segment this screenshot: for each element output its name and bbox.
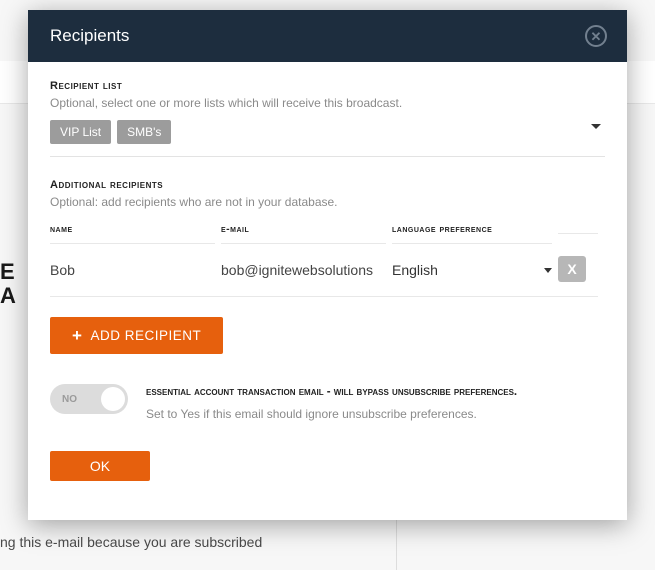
chevron-down-icon[interactable] [591,124,601,129]
recipient-list-select[interactable]: VIP List SMB's [50,120,605,157]
remove-row-button[interactable]: X [558,256,586,282]
recipient-list-hint: Optional, select one or more lists which… [50,96,605,110]
essential-toggle[interactable]: NO [50,384,128,414]
col-language: language preference [392,223,552,244]
modal-title: Recipients [50,26,129,46]
email-input[interactable] [221,262,386,278]
chip-smbs[interactable]: SMB's [117,120,171,144]
add-recipient-label: ADD RECIPIENT [90,328,201,343]
table-row [50,248,215,278]
col-name: name [50,223,215,244]
close-icon[interactable] [585,25,607,47]
essential-toggle-row: NO essential account transaction email -… [50,384,605,421]
row-divider [50,296,598,297]
bg-divider [396,520,397,570]
essential-title: essential account transaction email - wi… [146,384,517,401]
toggle-knob [101,387,125,411]
col-spacer [558,233,598,234]
recipients-table: name e-mail language preference English … [50,223,605,297]
col-email: e-mail [221,223,386,244]
essential-text-block: essential account transaction email - wi… [146,384,517,421]
language-select[interactable]: English [392,248,552,278]
ok-button[interactable]: OK [50,451,150,481]
name-input[interactable] [50,262,215,278]
modal-header: Recipients [28,10,627,62]
bg-partial-logo: E R A C [0,260,30,308]
chevron-down-icon[interactable] [544,268,552,273]
add-recipient-button[interactable]: + ADD RECIPIENT [50,317,223,354]
recipients-modal: Recipients recipient list Optional, sele… [28,10,627,520]
plus-icon: + [72,327,82,344]
additional-recipients-label: additional recipients [50,179,605,191]
bg-partial-text: ng this e-mail because you are subscribe… [0,534,262,550]
chip-vip-list[interactable]: VIP List [50,120,111,144]
modal-body: recipient list Optional, select one or m… [28,62,627,503]
essential-hint: Set to Yes if this email should ignore u… [146,407,517,421]
recipient-list-label: recipient list [50,80,605,92]
additional-recipients-hint: Optional: add recipients who are not in … [50,195,605,209]
table-row [221,248,386,278]
toggle-value: NO [62,394,77,405]
language-value: English [392,262,438,278]
